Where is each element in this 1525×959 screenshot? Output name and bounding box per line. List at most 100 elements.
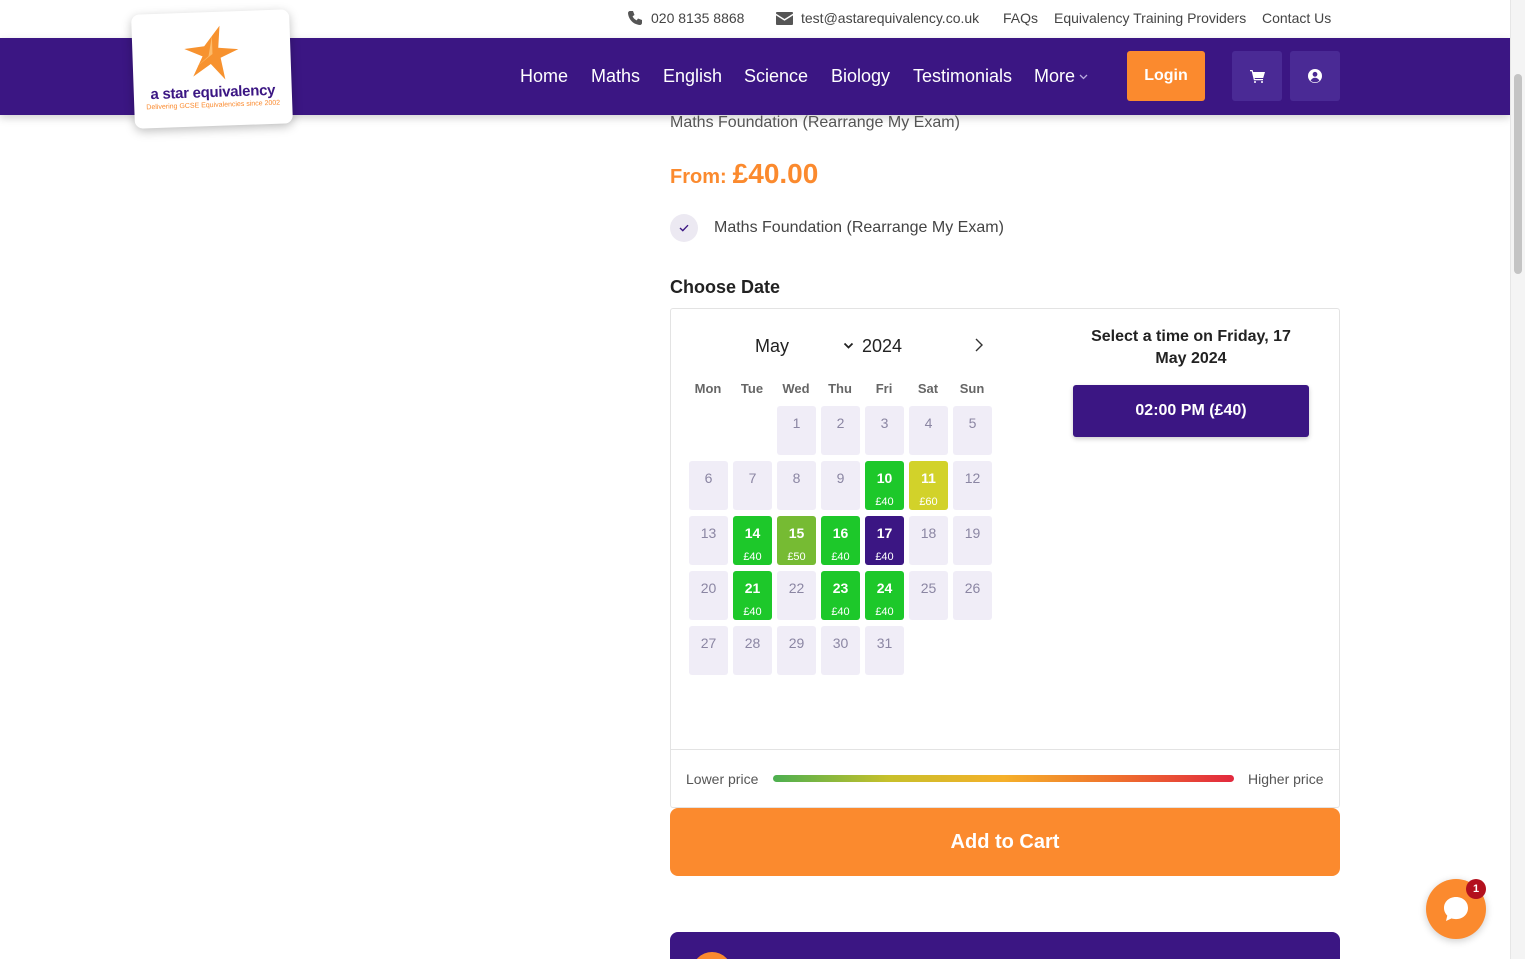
calendar-day: 25	[909, 571, 948, 620]
product-subtitle: Maths Foundation (Rearrange My Exam)	[670, 114, 960, 131]
day-number: 26	[964, 580, 981, 596]
calendar-day: 28	[733, 626, 772, 675]
top-link-training-providers[interactable]: Equivalency Training Providers	[1054, 10, 1246, 26]
calendar-day[interactable]: 23 £40	[821, 571, 860, 620]
month-select[interactable]: May	[755, 336, 854, 357]
calendar-day: 8	[777, 461, 816, 510]
top-link-label: Contact Us	[1262, 10, 1332, 26]
calendar-day: 20	[689, 571, 728, 620]
chat-notification-badge: 1	[1466, 879, 1486, 899]
day-number: 13	[700, 525, 717, 541]
login-button[interactable]: Login	[1127, 51, 1205, 101]
day-price: £40	[831, 551, 850, 563]
price-prefix: From:	[670, 166, 727, 188]
nav-maths[interactable]: Maths	[591, 66, 640, 87]
calendar-day: 1	[777, 406, 816, 455]
time-slot-button[interactable]: 02:00 PM (£40)	[1073, 385, 1309, 437]
nav-science[interactable]: Science	[744, 66, 808, 87]
star-logo-icon	[184, 25, 239, 80]
day-price: £40	[875, 606, 894, 618]
calendar-day[interactable]: 14 £40	[733, 516, 772, 565]
day-number: 4	[924, 415, 933, 431]
day-price: £40	[831, 606, 850, 618]
nav-testimonials[interactable]: Testimonials	[913, 66, 1012, 87]
chevron-down-icon	[1079, 74, 1088, 79]
calendar-day: 2	[821, 406, 860, 455]
checkmark-icon	[679, 224, 689, 232]
calendar-day[interactable]: 24 £40	[865, 571, 904, 620]
day-number: 31	[876, 635, 893, 651]
nav-biology[interactable]: Biology	[831, 66, 890, 87]
calendar-day[interactable]: 10 £40	[865, 461, 904, 510]
calendar-day: 7	[733, 461, 772, 510]
calendar-day[interactable]: 16 £40	[821, 516, 860, 565]
calendar-day[interactable]: 11 £60	[909, 461, 948, 510]
day-number: 23	[832, 580, 849, 596]
email-link[interactable]: test@astarequivalency.co.uk	[776, 10, 979, 26]
nav-home[interactable]: Home	[520, 66, 568, 87]
option-label: Maths Foundation (Rearrange My Exam)	[714, 219, 1004, 236]
day-price: £40	[743, 606, 762, 618]
legend-low-label: Lower price	[686, 771, 759, 787]
calendar-day: 5	[953, 406, 992, 455]
calendar-day: 4	[909, 406, 948, 455]
email-address: test@astarequivalency.co.uk	[801, 10, 980, 26]
price-gradient-bar	[773, 775, 1234, 782]
cart-icon	[1249, 69, 1265, 83]
nav-more-label: More	[1034, 66, 1076, 86]
month-value: May	[755, 336, 790, 356]
year-value[interactable]: 2024	[862, 336, 902, 357]
day-number: 5	[968, 415, 977, 431]
envelope-icon	[776, 11, 793, 25]
day-number: 9	[836, 470, 845, 486]
phone-number: 020 8135 8868	[651, 10, 745, 26]
price-value: £40.00	[732, 158, 819, 189]
day-price: £40	[743, 551, 762, 563]
weekday-header: Tue	[740, 381, 764, 396]
day-number: 15	[788, 525, 805, 541]
calendar-day: 29	[777, 626, 816, 675]
account-button[interactable]	[1290, 51, 1340, 101]
day-price: £40	[875, 496, 894, 508]
choose-date-heading: Choose Date	[670, 277, 781, 297]
nav-more[interactable]: More	[1034, 66, 1088, 87]
day-number: 24	[876, 580, 893, 596]
calendar-day: 22	[777, 571, 816, 620]
calendar-day: 9	[821, 461, 860, 510]
option-check[interactable]	[670, 214, 698, 242]
chat-bubble-icon	[1444, 897, 1468, 921]
day-number: 20	[700, 580, 717, 596]
day-number: 22	[788, 580, 805, 596]
top-link-faqs[interactable]: FAQs	[1003, 10, 1038, 26]
day-price: £40	[875, 551, 894, 563]
phone-link[interactable]: 020 8135 8868	[627, 10, 744, 26]
day-number: 17	[876, 525, 893, 541]
day-number: 16	[832, 525, 849, 541]
day-number: 12	[964, 470, 981, 486]
calendar-day[interactable]: 15 £50	[777, 516, 816, 565]
top-link-label: FAQs	[1003, 10, 1039, 26]
weekday-header: Sat	[917, 381, 939, 396]
day-number: 11	[921, 470, 936, 486]
site-logo[interactable]: a star equivalency Delivering GCSE Equiv…	[131, 9, 293, 129]
user-icon	[1308, 69, 1322, 83]
calendar-day: 26	[953, 571, 992, 620]
product-option[interactable]: Maths Foundation (Rearrange My Exam)	[670, 214, 1004, 242]
day-number: 19	[964, 525, 981, 541]
next-month-button[interactable]	[971, 335, 987, 355]
day-number: 21	[744, 580, 761, 596]
add-to-cart-button[interactable]: Add to Cart	[670, 808, 1340, 876]
calendar-day[interactable]: 17 £40	[865, 516, 904, 565]
bottom-panel	[670, 932, 1340, 959]
day-number: 29	[788, 635, 805, 651]
day-number: 1	[792, 415, 801, 431]
calendar-day[interactable]: 21 £40	[733, 571, 772, 620]
nav-english[interactable]: English	[663, 66, 722, 87]
product-price: From: £40.00	[670, 158, 818, 190]
price-legend: Lower price Higher price	[671, 749, 1339, 807]
top-link-contact[interactable]: Contact Us	[1262, 10, 1331, 26]
day-number: 7	[748, 470, 757, 486]
calendar-day: 18	[909, 516, 948, 565]
scrollbar-thumb[interactable]	[1514, 74, 1522, 274]
cart-button[interactable]	[1232, 51, 1282, 101]
